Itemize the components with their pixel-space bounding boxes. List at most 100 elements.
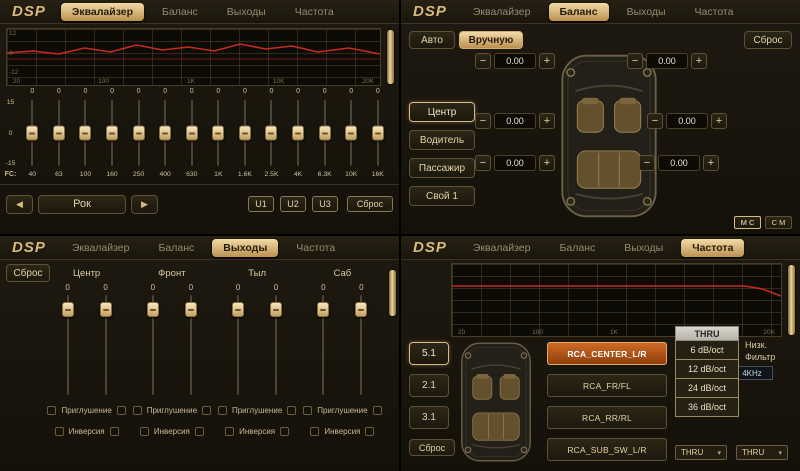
slider-thumb[interactable] — [270, 302, 282, 317]
channel-slider[interactable] — [182, 293, 200, 397]
slider-thumb[interactable] — [133, 126, 145, 141]
thru-select[interactable]: THRU ▾ — [675, 445, 727, 460]
invert-checkbox-right[interactable] — [280, 427, 289, 436]
slider-thumb[interactable] — [372, 126, 384, 141]
zone-button[interactable]: Центр — [409, 102, 475, 122]
minus-button[interactable]: − — [475, 155, 491, 171]
memory-button[interactable]: U2 — [280, 196, 306, 212]
outputs-reset-button[interactable]: Сброс — [6, 264, 50, 282]
slider-thumb[interactable] — [186, 126, 198, 141]
slope-option[interactable]: 12 dB/oct — [675, 360, 739, 379]
eq-reset-button[interactable]: Сброс — [347, 196, 393, 212]
tab-equalizer[interactable]: Эквалайзер — [462, 239, 542, 257]
minus-button[interactable]: − — [475, 53, 491, 69]
eq-band-slider[interactable] — [338, 98, 365, 168]
tab-frequency[interactable]: Частота — [284, 3, 345, 21]
slider-thumb[interactable] — [239, 126, 251, 141]
channel-slider[interactable] — [314, 293, 332, 397]
cm-button[interactable]: C M — [765, 216, 792, 229]
tab-equalizer[interactable]: Эквалайзер — [462, 3, 542, 21]
mute-checkbox-left[interactable] — [133, 406, 142, 415]
mute-checkbox-left[interactable] — [218, 406, 227, 415]
manual-button[interactable]: Вручную — [459, 31, 523, 49]
eq-band-slider[interactable] — [205, 98, 232, 168]
mode-button[interactable]: 3.1 — [409, 406, 449, 429]
slider-thumb[interactable] — [53, 126, 65, 141]
eq-band-slider[interactable] — [365, 98, 392, 168]
slider-thumb[interactable] — [355, 302, 367, 317]
preset-prev-button[interactable]: ◀ — [6, 195, 33, 214]
slope-option[interactable]: 6 dB/oct — [675, 341, 739, 360]
slider-thumb[interactable] — [100, 302, 112, 317]
minus-button[interactable]: − — [475, 113, 491, 129]
tab-outputs[interactable]: Выходы — [613, 239, 674, 257]
channel-slider[interactable] — [352, 293, 370, 397]
plus-button[interactable]: + — [539, 155, 555, 171]
memory-button[interactable]: U3 — [312, 196, 338, 212]
invert-checkbox-left[interactable] — [225, 427, 234, 436]
slider-thumb[interactable] — [185, 302, 197, 317]
slope-dropdown-selected[interactable]: THRU — [675, 326, 739, 341]
eq-graph-scrollbar[interactable] — [387, 30, 394, 84]
tab-frequency[interactable]: Частота — [285, 239, 346, 257]
rca-channel-button[interactable]: RCA_SUB_SW_L/R — [547, 438, 667, 461]
slider-thumb[interactable] — [147, 302, 159, 317]
rca-channel-button[interactable]: RCA_FR/FL — [547, 374, 667, 397]
invert-checkbox-left[interactable] — [310, 427, 319, 436]
preset-button[interactable]: Рок — [38, 195, 126, 214]
thru-select[interactable]: THRU ▾ — [736, 445, 788, 460]
zone-button[interactable]: Пассажир — [409, 158, 475, 178]
eq-band-slider[interactable] — [258, 98, 285, 168]
channel-slider[interactable] — [144, 293, 162, 397]
slider-thumb[interactable] — [345, 126, 357, 141]
slider-thumb[interactable] — [292, 126, 304, 141]
tab-equalizer[interactable]: Эквалайзер — [61, 3, 144, 21]
rca-channel-button[interactable]: RCA_RR/RL — [547, 406, 667, 429]
channel-slider[interactable] — [267, 293, 285, 397]
mode-button[interactable]: 5.1 — [409, 342, 449, 365]
eq-band-slider[interactable] — [285, 98, 312, 168]
mode-button[interactable]: 2.1 — [409, 374, 449, 397]
tab-equalizer[interactable]: Эквалайзер — [61, 239, 141, 257]
plus-button[interactable]: + — [691, 53, 707, 69]
invert-checkbox-left[interactable] — [140, 427, 149, 436]
zone-button[interactable]: Водитель — [409, 130, 475, 150]
plus-button[interactable]: + — [539, 113, 555, 129]
eq-band-slider[interactable] — [311, 98, 338, 168]
tab-frequency[interactable]: Частота — [681, 239, 744, 257]
slider-thumb[interactable] — [212, 126, 224, 141]
mute-checkbox-right[interactable] — [117, 406, 126, 415]
slider-thumb[interactable] — [319, 126, 331, 141]
slope-option[interactable]: 24 dB/oct — [675, 379, 739, 398]
slider-thumb[interactable] — [62, 302, 74, 317]
preset-next-button[interactable]: ▶ — [131, 195, 158, 214]
mute-checkbox-left[interactable] — [47, 406, 56, 415]
tab-frequency[interactable]: Частота — [684, 3, 745, 21]
mute-checkbox-right[interactable] — [287, 406, 296, 415]
crossover-scrollbar[interactable] — [788, 265, 795, 335]
plus-button[interactable]: + — [539, 53, 555, 69]
outputs-scrollbar[interactable] — [389, 270, 396, 316]
tab-balance[interactable]: Баланс — [549, 239, 607, 257]
slope-option[interactable]: 36 dB/oct — [675, 398, 739, 417]
tab-outputs[interactable]: Выходы — [212, 239, 278, 257]
tab-balance[interactable]: Баланс — [549, 3, 609, 21]
eq-band-slider[interactable] — [19, 98, 46, 168]
zone-button[interactable]: Свой 1 — [409, 186, 475, 206]
slider-thumb[interactable] — [159, 126, 171, 141]
invert-checkbox-right[interactable] — [365, 427, 374, 436]
eq-band-slider[interactable] — [72, 98, 99, 168]
tab-outputs[interactable]: Выходы — [616, 3, 677, 21]
slider-thumb[interactable] — [265, 126, 277, 141]
slider-thumb[interactable] — [317, 302, 329, 317]
frequency-reset-button[interactable]: Сброс — [409, 439, 455, 456]
invert-checkbox-right[interactable] — [195, 427, 204, 436]
tab-outputs[interactable]: Выходы — [216, 3, 277, 21]
minus-button[interactable]: − — [627, 53, 643, 69]
channel-slider[interactable] — [97, 293, 115, 397]
eq-band-slider[interactable] — [46, 98, 73, 168]
channel-slider[interactable] — [59, 293, 77, 397]
eq-band-slider[interactable] — [232, 98, 259, 168]
tab-balance[interactable]: Баланс — [148, 239, 206, 257]
minus-button[interactable]: − — [647, 113, 663, 129]
